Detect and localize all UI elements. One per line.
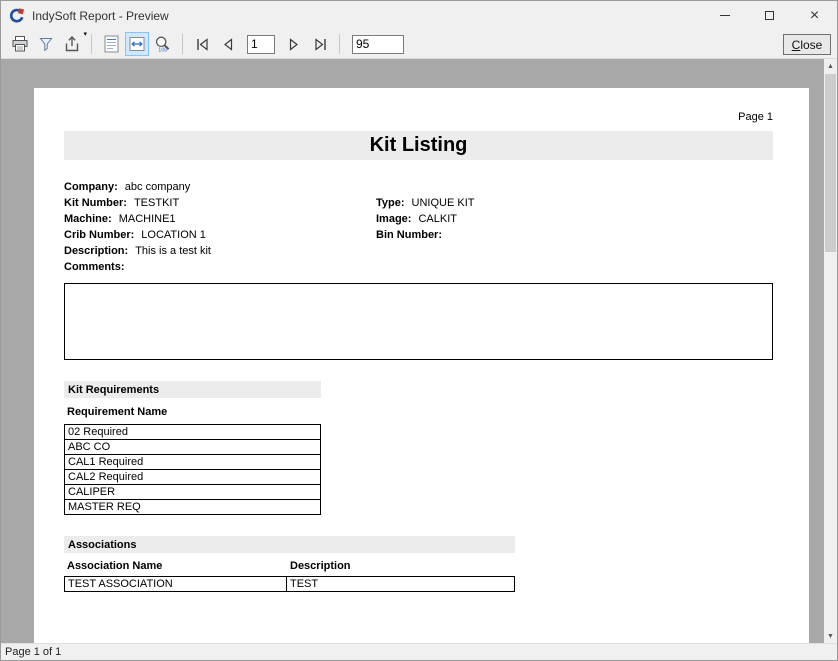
export-icon xyxy=(63,35,81,53)
requirement-cell: CAL1 Required xyxy=(65,455,321,470)
vertical-scrollbar[interactable]: ▲ ▼ xyxy=(824,59,837,643)
magnifier-icon: 100 xyxy=(154,35,172,53)
field-label: Kit Number: xyxy=(64,195,127,211)
field-value: abc company xyxy=(125,179,190,195)
report-title-bar: Kit Listing xyxy=(64,131,773,160)
page-width-view-button[interactable] xyxy=(125,32,149,56)
info-row-crib-number: Crib Number: LOCATION 1 Bin Number: xyxy=(64,227,773,243)
app-logo-icon xyxy=(9,8,25,24)
export-dropdown-caret-icon: ▾ xyxy=(83,31,87,38)
field-label: Description: xyxy=(64,243,128,259)
first-page-button[interactable] xyxy=(190,32,214,56)
preview-area: Page 1 Kit Listing Company: abc company K… xyxy=(1,59,837,643)
comments-box xyxy=(64,283,773,360)
toolbar-separator xyxy=(91,34,92,54)
association-name-cell: TEST ASSOCIATION xyxy=(65,577,287,592)
minimize-button[interactable] xyxy=(702,1,747,30)
requirement-cell: MASTER REQ xyxy=(65,500,321,515)
scrollbar-track[interactable] xyxy=(824,73,837,629)
filter-funnel-icon xyxy=(38,36,54,52)
previous-page-button[interactable] xyxy=(216,32,240,56)
previous-page-icon xyxy=(222,38,234,51)
report-title: Kit Listing xyxy=(370,134,468,157)
export-button[interactable]: ▾ xyxy=(60,32,84,56)
requirement-cell: 02 Required xyxy=(65,425,321,440)
association-description-cell: TEST xyxy=(287,577,515,592)
field-label: Comments: xyxy=(64,259,125,275)
table-row: CAL2 Required xyxy=(65,470,321,485)
report-page-label: Page 1 xyxy=(64,88,773,123)
requirement-name-column-header: Requirement Name xyxy=(64,406,773,418)
toolbar-separator xyxy=(182,34,183,54)
status-bar: Page 1 of 1 xyxy=(1,643,837,660)
info-row-company: Company: abc company xyxy=(64,179,773,195)
info-row-machine: Machine: MACHINE1 Image: CALKIT xyxy=(64,211,773,227)
info-row-description: Description: This is a test kit xyxy=(64,243,773,259)
field-label: Crib Number: xyxy=(64,227,134,243)
table-row: ABC CO xyxy=(65,440,321,455)
table-row: CAL1 Required xyxy=(65,455,321,470)
table-row: CALIPER xyxy=(65,485,321,500)
scroll-up-icon[interactable]: ▲ xyxy=(824,59,837,73)
kit-requirements-table: 02 Required ABC CO CAL1 Required CAL2 Re… xyxy=(64,424,321,515)
requirement-cell: ABC CO xyxy=(65,440,321,455)
kit-requirements-header: Kit Requirements xyxy=(64,381,321,398)
associations-column-headers: Association Name Description xyxy=(64,560,773,572)
report-page: Page 1 Kit Listing Company: abc company K… xyxy=(34,88,809,643)
table-row: TEST ASSOCIATION TEST xyxy=(65,577,515,592)
zoom-value-input[interactable] xyxy=(352,35,404,54)
preview-toolbar: ▾ 100 xyxy=(1,30,837,59)
field-value: LOCATION 1 xyxy=(141,227,206,243)
associations-table: TEST ASSOCIATION TEST xyxy=(64,576,515,592)
field-label: Company: xyxy=(64,179,118,195)
scrollbar-thumb[interactable] xyxy=(825,74,836,252)
field-value: This is a test kit xyxy=(135,243,211,259)
field-label: Type: xyxy=(376,195,405,211)
table-row: 02 Required xyxy=(65,425,321,440)
filter-button[interactable] xyxy=(34,32,58,56)
window-title: IndySoft Report - Preview xyxy=(32,9,702,23)
printer-icon xyxy=(11,35,29,53)
minimize-icon xyxy=(720,15,730,16)
maximize-button[interactable] xyxy=(747,1,792,30)
requirement-cell: CAL2 Required xyxy=(65,470,321,485)
info-row-comments: Comments: xyxy=(64,259,773,275)
title-bar: IndySoft Report - Preview × xyxy=(1,1,837,30)
close-label-rest: lose xyxy=(800,38,822,52)
next-page-icon xyxy=(288,38,300,51)
kit-info-block: Company: abc company Kit Number: TESTKIT T… xyxy=(64,179,773,275)
field-value: UNIQUE KIT xyxy=(412,195,475,211)
close-button[interactable]: Close xyxy=(783,34,831,55)
last-page-button[interactable] xyxy=(308,32,332,56)
maximize-icon xyxy=(765,11,774,20)
scroll-down-icon[interactable]: ▼ xyxy=(824,629,837,643)
field-value: TESTKIT xyxy=(134,195,179,211)
page-width-icon xyxy=(128,35,146,53)
field-label: Image: xyxy=(376,211,411,227)
svg-text:100: 100 xyxy=(158,48,167,54)
field-label: Machine: xyxy=(64,211,112,227)
requirement-cell: CALIPER xyxy=(65,485,321,500)
close-window-button[interactable]: × xyxy=(792,1,837,30)
toolbar-separator xyxy=(339,34,340,54)
status-page-count: Page 1 of 1 xyxy=(5,646,61,658)
field-value: MACHINE1 xyxy=(119,211,176,227)
first-page-icon xyxy=(195,38,210,51)
whole-page-view-button[interactable] xyxy=(99,32,123,56)
next-page-button[interactable] xyxy=(282,32,306,56)
zoom-100-button[interactable]: 100 xyxy=(151,32,175,56)
field-value: CALKIT xyxy=(418,211,457,227)
last-page-icon xyxy=(313,38,328,51)
field-label: Bin Number: xyxy=(376,227,442,243)
page-number-input[interactable] xyxy=(247,35,275,54)
association-name-column-header: Association Name xyxy=(64,560,290,572)
close-icon: × xyxy=(810,8,819,24)
print-button[interactable] xyxy=(8,32,32,56)
description-column-header: Description xyxy=(290,560,351,572)
associations-header: Associations xyxy=(64,536,515,553)
info-row-kit-number: Kit Number: TESTKIT Type: UNIQUE KIT xyxy=(64,195,773,211)
page-view-icon xyxy=(104,35,119,53)
table-row: MASTER REQ xyxy=(65,500,321,515)
